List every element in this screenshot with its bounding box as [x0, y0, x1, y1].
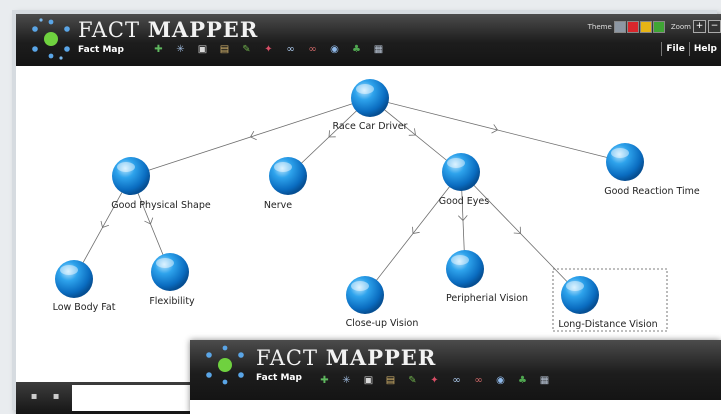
- second-app-title: FACT MAPPER: [256, 345, 436, 370]
- app-title-light: FACT: [78, 18, 140, 42]
- eye-icon[interactable]: ◉: [492, 373, 509, 388]
- second-app-title-light: FACT: [256, 346, 318, 370]
- add-fact-icon[interactable]: ✚: [150, 42, 167, 57]
- zoom-label: Zoom: [670, 22, 691, 31]
- second-fact-map-label: Fact Map: [256, 373, 302, 383]
- map-node-nerve[interactable]: Nerve: [264, 157, 307, 211]
- bottom-panel: ▪ ▪: [16, 382, 216, 414]
- map-node-flexibility[interactable]: Flexibility: [149, 253, 195, 307]
- paste-icon[interactable]: ▤: [216, 42, 233, 57]
- app-title: FACT MAPPER: [78, 17, 258, 42]
- node-sphere-icon[interactable]: [269, 157, 307, 195]
- theme-label: Theme: [587, 22, 612, 31]
- link-icon[interactable]: ∞: [282, 42, 299, 57]
- toolbar: ✚ ✳ ▣ ▤ ✎ ✦ ∞ ∞ ◉ ♣ ▦: [150, 42, 387, 57]
- add-fact-icon[interactable]: ✚: [316, 373, 333, 388]
- node-sphere-icon[interactable]: [446, 250, 484, 288]
- node-highlight: [611, 148, 629, 158]
- node-highlight: [156, 258, 174, 268]
- node-label: Nerve: [264, 200, 292, 211]
- molecule-logo-icon: [206, 345, 244, 385]
- menu-file[interactable]: File: [661, 42, 688, 56]
- hierarchy-icon[interactable]: ♣: [348, 42, 365, 57]
- node-sphere-icon[interactable]: [346, 276, 384, 314]
- node-highlight: [351, 281, 369, 291]
- node-label: Race Car Driver: [333, 121, 408, 132]
- save-icon[interactable]: ▪: [28, 391, 40, 403]
- node-highlight: [566, 281, 584, 291]
- theme-zoom-controls: Theme Zoom + −: [588, 20, 721, 33]
- link-icon[interactable]: ∞: [448, 373, 465, 388]
- theme-swatch-1[interactable]: [613, 20, 626, 33]
- map-node-race-car-driver[interactable]: Race Car Driver: [333, 79, 408, 132]
- map-node-low-body-fat[interactable]: Low Body Fat: [53, 260, 116, 313]
- unlink-icon[interactable]: ∞: [304, 42, 321, 57]
- fact-map-label: Fact Map: [78, 45, 124, 55]
- menu-help[interactable]: Help: [688, 42, 721, 56]
- node-sphere-icon[interactable]: [351, 79, 389, 117]
- node-sphere-icon[interactable]: [606, 143, 644, 181]
- node-sphere-icon[interactable]: [151, 253, 189, 291]
- node-label: Flexibility: [149, 296, 195, 307]
- node-sphere-icon[interactable]: [561, 276, 599, 314]
- trash-icon[interactable]: ▪: [50, 391, 62, 403]
- node-label: Good Reaction Time: [604, 186, 700, 197]
- node-highlight: [117, 162, 135, 172]
- eye-icon[interactable]: ◉: [326, 42, 343, 57]
- map-node-long-distance-vision[interactable]: Long-Distance Vision: [552, 268, 668, 332]
- pencil-icon[interactable]: ✎: [404, 373, 421, 388]
- unlink-icon[interactable]: ∞: [470, 373, 487, 388]
- node-label: Long-Distance Vision: [558, 319, 657, 330]
- theme-swatch-3[interactable]: [639, 20, 652, 33]
- node-highlight: [274, 162, 292, 172]
- second-toolbar: ✚ ✳ ▣ ▤ ✎ ✦ ∞ ∞ ◉ ♣ ▦: [316, 373, 553, 388]
- map-node-good-eyes[interactable]: Good Eyes: [439, 153, 490, 207]
- node-label: Good Physical Shape: [111, 200, 211, 211]
- node-highlight: [60, 265, 78, 275]
- app-title-bold: MAPPER: [147, 17, 259, 42]
- paste-icon[interactable]: ▤: [382, 373, 399, 388]
- node-highlight: [447, 158, 465, 168]
- pin-icon[interactable]: ✦: [260, 42, 277, 57]
- spark-icon[interactable]: ✳: [338, 373, 355, 388]
- edge-arrow-icon: [100, 220, 109, 229]
- app-header: FACT MAPPER Fact Map ✚ ✳ ▣ ▤ ✎ ✦ ∞ ∞ ◉ ♣ ▦ Theme Z…: [16, 14, 721, 66]
- clipboard-icon[interactable]: ▣: [194, 42, 211, 57]
- theme-swatches: [613, 20, 665, 33]
- second-app-title-bold: MAPPER: [325, 345, 437, 370]
- node-highlight: [451, 255, 469, 265]
- pin-icon[interactable]: ✦: [426, 373, 443, 388]
- map-node-good-physical-shape[interactable]: Good Physical Shape: [111, 157, 211, 211]
- clipboard-icon[interactable]: ▣: [360, 373, 377, 388]
- zoom-out-button[interactable]: −: [708, 20, 721, 33]
- node-label: Peripherial Vision: [446, 293, 528, 304]
- map-node-peripheral-vision[interactable]: Peripherial Vision: [446, 250, 528, 304]
- node-sphere-icon[interactable]: [112, 157, 150, 195]
- pencil-icon[interactable]: ✎: [238, 42, 255, 57]
- fact-map-canvas[interactable]: Race Car Driver Good Physical Shape Nerve G…: [16, 66, 721, 366]
- second-window: FACT MAPPER Fact Map ✚ ✳ ▣ ▤ ✎ ✦ ∞ ∞ ◉ ♣ ▦: [190, 340, 721, 414]
- hierarchy-icon[interactable]: ♣: [514, 373, 531, 388]
- document-icon[interactable]: ▦: [536, 373, 553, 388]
- theme-swatch-4[interactable]: [652, 20, 665, 33]
- map-node-good-reaction-time[interactable]: Good Reaction Time: [604, 143, 700, 197]
- node-label: Good Eyes: [439, 196, 490, 207]
- node-label: Low Body Fat: [53, 302, 116, 313]
- theme-swatch-2[interactable]: [626, 20, 639, 33]
- node-sphere-icon[interactable]: [442, 153, 480, 191]
- node-highlight: [356, 84, 374, 94]
- node-label: Close-up Vision: [346, 318, 419, 329]
- document-icon[interactable]: ▦: [370, 42, 387, 57]
- map-node-close-up-vision[interactable]: Close-up Vision: [346, 276, 419, 329]
- spark-icon[interactable]: ✳: [172, 42, 189, 57]
- node-sphere-icon[interactable]: [55, 260, 93, 298]
- molecule-logo-icon: [32, 18, 70, 60]
- zoom-in-button[interactable]: +: [693, 20, 706, 33]
- fact-text-input[interactable]: [72, 385, 192, 411]
- second-app-header: FACT MAPPER Fact Map ✚ ✳ ▣ ▤ ✎ ✦ ∞ ∞ ◉ ♣ ▦: [190, 340, 721, 400]
- menu-bar: File Help: [661, 42, 721, 56]
